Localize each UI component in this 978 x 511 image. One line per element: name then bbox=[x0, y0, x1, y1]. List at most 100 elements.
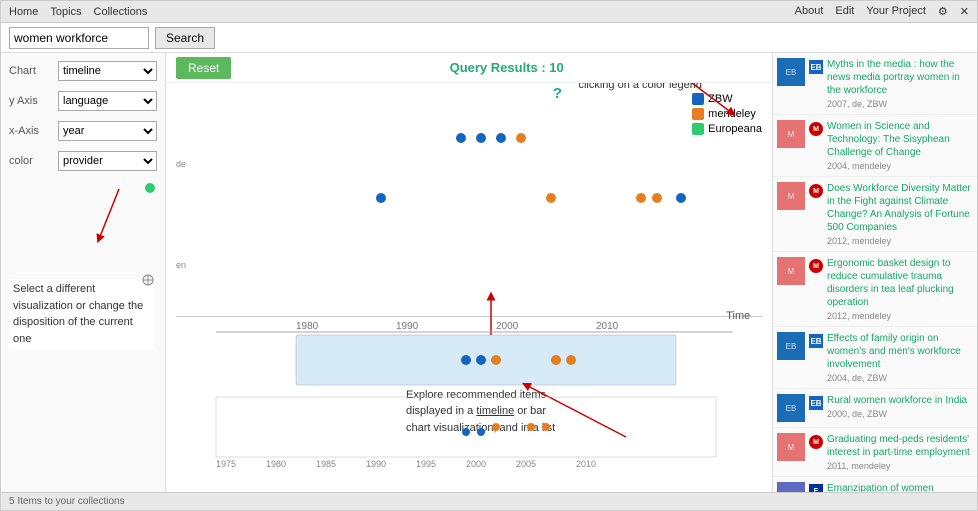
mendeley-icon: M bbox=[809, 184, 823, 198]
svg-text:Time: Time bbox=[726, 310, 750, 322]
search-input[interactable] bbox=[9, 27, 149, 49]
home-link[interactable]: Home bbox=[9, 6, 38, 18]
svg-text:1990: 1990 bbox=[366, 459, 386, 469]
result-item[interactable]: EB EB Myths in the media : how the news … bbox=[773, 53, 977, 115]
chart-label: Chart bbox=[9, 65, 54, 77]
result-item[interactable]: M M Graduating med-peds residents' inter… bbox=[773, 428, 977, 477]
yaxis-select[interactable]: language bbox=[58, 91, 157, 111]
result-meta: 2004, de, ZBW bbox=[827, 373, 973, 383]
mendeley-icon: M bbox=[809, 122, 823, 136]
status-text: 5 Items to your collections bbox=[9, 496, 125, 507]
statusbar: 5 Items to your collections bbox=[1, 492, 977, 510]
eb-icon: EB bbox=[809, 396, 823, 410]
result-thumbnail: EB bbox=[777, 332, 805, 360]
chart-select[interactable]: timeline bar chart bbox=[58, 61, 157, 81]
result-text-block: Emanzipation of women workforce/Emanzipa… bbox=[827, 482, 973, 492]
svg-text:1995: 1995 bbox=[416, 459, 436, 469]
result-title: Women in Science and Technology: The Sis… bbox=[827, 120, 973, 159]
result-title: Rural women workforce in India bbox=[827, 394, 973, 407]
scatter-dot[interactable] bbox=[652, 193, 662, 203]
gear-icon[interactable]: ⚙ bbox=[938, 5, 948, 18]
scatter-dot[interactable] bbox=[456, 133, 466, 143]
result-title: Graduating med-peds residents' interest … bbox=[827, 433, 973, 459]
svg-text:1980: 1980 bbox=[296, 321, 319, 332]
scatter-area: de en bbox=[176, 113, 762, 317]
result-item[interactable]: M M Ergonomic basket design to reduce cu… bbox=[773, 252, 977, 327]
topbar: Home Topics Collections About Edit Your … bbox=[1, 1, 977, 23]
svg-text:2005: 2005 bbox=[516, 459, 536, 469]
scatter-dot[interactable] bbox=[476, 133, 486, 143]
svg-text:2000: 2000 bbox=[466, 459, 486, 469]
result-item[interactable]: M M Does Workforce Diversity Matter in t… bbox=[773, 177, 977, 252]
result-title: Does Workforce Diversity Matter in the F… bbox=[827, 182, 973, 234]
scatter-dot[interactable] bbox=[516, 133, 526, 143]
result-item[interactable]: EB EB Rural women workforce in India 200… bbox=[773, 389, 977, 428]
result-text-block: Ergonomic basket design to reduce cumula… bbox=[827, 257, 973, 321]
svg-text:1980: 1980 bbox=[266, 459, 286, 469]
result-meta: 2012, mendeley bbox=[827, 236, 973, 246]
search-button[interactable]: Search bbox=[155, 27, 215, 49]
color-select[interactable]: provider bbox=[58, 151, 157, 171]
scatter-dot[interactable] bbox=[676, 193, 686, 203]
svg-text:2010: 2010 bbox=[596, 321, 619, 332]
result-text-block: Does Workforce Diversity Matter in the F… bbox=[827, 182, 973, 246]
result-thumbnail: M bbox=[777, 257, 805, 285]
result-text-block: Graduating med-peds residents' interest … bbox=[827, 433, 973, 471]
result-item[interactable]: EB EB Effects of family origin on women'… bbox=[773, 327, 977, 389]
center-panel: Reset Query Results : 10 Filter recommen… bbox=[166, 53, 772, 492]
help-icon[interactable]: ? bbox=[553, 85, 562, 102]
result-thumbnail: EB bbox=[777, 394, 805, 422]
svg-text:1975: 1975 bbox=[216, 459, 236, 469]
svg-text:2000: 2000 bbox=[496, 321, 519, 332]
edit-link[interactable]: Edit bbox=[835, 5, 854, 18]
mendeley-icon: M bbox=[809, 259, 823, 273]
main-content: Chart timeline bar chart y Axis language… bbox=[1, 53, 977, 492]
query-bar: Reset Query Results : 10 bbox=[166, 53, 772, 83]
timeline-svg: Time 1980 1990 2000 2010 bbox=[176, 307, 762, 477]
scatter-dot[interactable] bbox=[376, 193, 386, 203]
eb-icon: EB bbox=[809, 60, 823, 74]
result-title: Effects of family origin on women's and … bbox=[827, 332, 973, 371]
results-list: EB EB Myths in the media : how the news … bbox=[773, 53, 977, 492]
topbar-right: About Edit Your Project ⚙ ✕ bbox=[795, 5, 969, 18]
right-panel: EB EB Myths in the media : how the news … bbox=[772, 53, 977, 492]
result-text-block: Myths in the media : how the news media … bbox=[827, 58, 973, 109]
scatter-dot[interactable] bbox=[496, 133, 506, 143]
result-thumbnail: EB bbox=[777, 58, 805, 86]
about-link[interactable]: About bbox=[795, 5, 824, 18]
topics-link[interactable]: Topics bbox=[50, 6, 81, 18]
topbar-left: Home Topics Collections bbox=[9, 6, 787, 18]
result-title: Myths in the media : how the news media … bbox=[827, 58, 973, 97]
scatter-dot[interactable] bbox=[636, 193, 646, 203]
yaxis-label: y Axis bbox=[9, 95, 54, 107]
svg-text:1990: 1990 bbox=[396, 321, 419, 332]
result-title: Ergonomic basket design to reduce cumula… bbox=[827, 257, 973, 309]
result-thumbnail: M bbox=[777, 120, 805, 148]
result-text-block: Effects of family origin on women's and … bbox=[827, 332, 973, 383]
chart-area: Filter recommended items byclicking on a… bbox=[166, 83, 772, 492]
yaxis-control-row: y Axis language bbox=[9, 91, 157, 111]
eb-icon: EB bbox=[809, 334, 823, 348]
close-icon[interactable]: ✕ bbox=[960, 5, 969, 18]
europeana-icon: E bbox=[809, 484, 823, 492]
result-meta: 2000, de, ZBW bbox=[827, 409, 973, 419]
collections-link[interactable]: Collections bbox=[94, 6, 148, 18]
scatter-dot[interactable] bbox=[546, 193, 556, 203]
result-thumbnail: M bbox=[777, 433, 805, 461]
xaxis-control-row: x-Axis year bbox=[9, 121, 157, 141]
chart-control-row: Chart timeline bar chart bbox=[9, 61, 157, 81]
xaxis-select[interactable]: year bbox=[58, 121, 157, 141]
result-item[interactable]: M M Women in Science and Technology: The… bbox=[773, 115, 977, 177]
result-meta: 2004, mendeley bbox=[827, 161, 973, 171]
svg-text:1985: 1985 bbox=[316, 459, 336, 469]
result-thumbnail: M bbox=[777, 182, 805, 210]
xaxis-label: x-Axis bbox=[9, 125, 54, 137]
left-panel: Chart timeline bar chart y Axis language… bbox=[1, 53, 166, 492]
searchbar: Search bbox=[1, 23, 977, 53]
reset-button[interactable]: Reset bbox=[176, 57, 231, 79]
color-control-row: color provider bbox=[9, 151, 157, 171]
timeline-chart: Time 1980 1990 2000 2010 bbox=[176, 307, 762, 477]
your-project-link[interactable]: Your Project bbox=[866, 5, 926, 18]
result-item[interactable]: 📷 E Emanzipation of women workforce/Eman… bbox=[773, 477, 977, 492]
result-meta: 2011, mendeley bbox=[827, 461, 973, 471]
